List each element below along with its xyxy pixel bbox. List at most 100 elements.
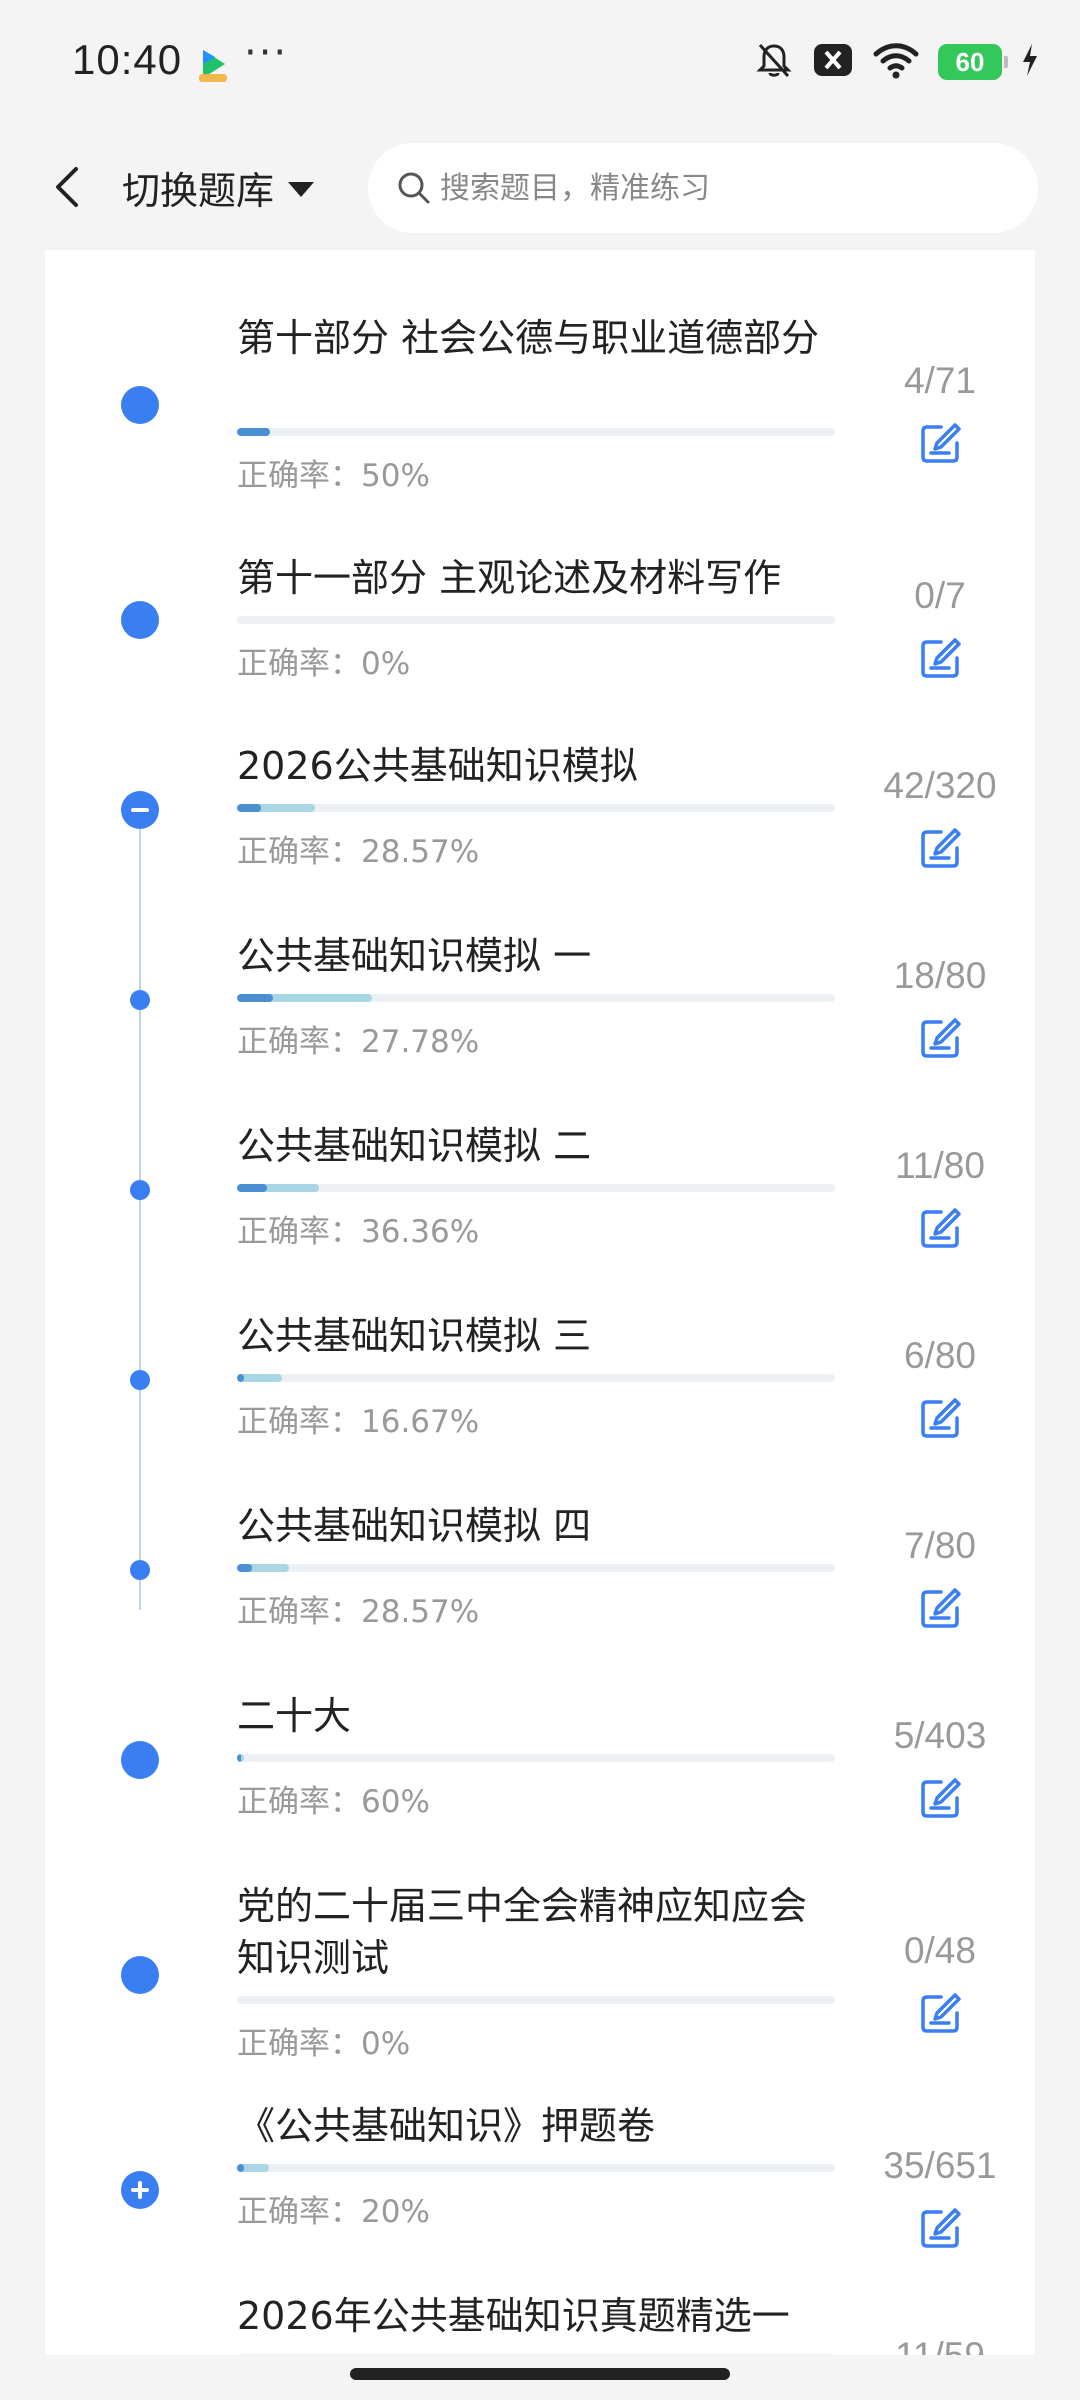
status-icons: 60 xyxy=(754,40,1040,84)
item-title: 公共基础知识模拟 四 xyxy=(237,1504,592,1548)
practice-edit-button[interactable] xyxy=(911,1388,971,1448)
progress-correct xyxy=(237,1564,252,1572)
node-dot xyxy=(121,1956,159,1994)
back-button[interactable] xyxy=(38,155,98,219)
item-title: 公共基础知识模拟 三 xyxy=(237,1314,592,1358)
item-title: 公共基础知识模拟 一 xyxy=(237,934,592,978)
item-title: 2026公共基础知识模拟 xyxy=(237,744,638,788)
practice-edit-button[interactable] xyxy=(911,1578,971,1638)
node-dot xyxy=(121,386,159,424)
timeline-node[interactable] xyxy=(45,2171,235,2209)
progress-bar xyxy=(237,2164,835,2172)
edit-icon xyxy=(921,1778,961,1818)
item-title: 2026年公共基础知识真题精选一 xyxy=(237,2294,790,2338)
progress-count: 11/80 xyxy=(895,1145,985,1186)
accuracy-rate: 正确率：50% xyxy=(237,458,430,494)
battery-indicator: 60 xyxy=(938,44,1008,80)
timeline-node xyxy=(45,1560,235,1580)
edit-icon xyxy=(921,1588,961,1628)
progress-count: 4/71 xyxy=(903,360,976,401)
edit-icon xyxy=(921,423,961,463)
edit-icon xyxy=(921,2208,961,2248)
question-bank-list: 第十部分 社会公德与职业道德部分正确率：50% 4/71 第十一部分 主观论述及材料… xyxy=(45,250,1035,2355)
progress-bar xyxy=(237,1996,835,2004)
mute-bell-icon xyxy=(754,40,794,84)
home-indicator[interactable] xyxy=(350,2368,730,2380)
timeline-node xyxy=(45,1956,235,1994)
progress-bar xyxy=(237,1564,835,1572)
timeline-node xyxy=(45,601,235,639)
accuracy-rate: 正确率：28.57% xyxy=(237,1594,480,1630)
charging-icon xyxy=(1020,40,1040,84)
status-bar: 10:40 ··· 60 xyxy=(0,0,1080,125)
collapse-icon[interactable] xyxy=(121,791,159,829)
edit-icon xyxy=(921,1398,961,1438)
expand-icon[interactable] xyxy=(121,2171,159,2209)
accuracy-rate: 正确率：16.67% xyxy=(237,1404,480,1440)
progress-count: 0/7 xyxy=(914,575,966,616)
item-title: 二十大 xyxy=(237,1694,352,1738)
timeline-connector xyxy=(139,810,141,1610)
practice-edit-button[interactable] xyxy=(911,2198,971,2258)
progress-correct xyxy=(237,994,273,1002)
progress-correct xyxy=(237,2164,244,2172)
progress-bar xyxy=(237,994,835,1002)
progress-count: 35/651 xyxy=(883,2145,997,2186)
practice-edit-button[interactable] xyxy=(911,1768,971,1828)
switch-bank-dropdown[interactable]: 切换题库 xyxy=(122,159,315,215)
sub-node-dot xyxy=(130,1560,150,1580)
progress-correct xyxy=(237,428,271,436)
progress-count: 42/320 xyxy=(883,765,997,806)
progress-bar xyxy=(237,1184,835,1192)
edit-icon xyxy=(921,1993,961,2033)
top-header: 切换题库 xyxy=(0,125,1080,250)
practice-edit-button[interactable] xyxy=(911,1983,971,2043)
progress-bar xyxy=(237,1754,835,1762)
progress-count: 7/80 xyxy=(903,1525,976,1566)
edit-icon xyxy=(921,828,961,868)
timeline-node[interactable] xyxy=(45,791,235,829)
progress-count: 0/48 xyxy=(903,1930,976,1971)
practice-edit-button[interactable] xyxy=(911,413,971,473)
progress-count: 11/59 xyxy=(865,2335,1015,2355)
timeline-node xyxy=(45,1741,235,1779)
practice-edit-button[interactable] xyxy=(911,628,971,688)
wifi-icon xyxy=(872,40,920,84)
progress-correct xyxy=(237,1374,245,1382)
progress-bar xyxy=(237,428,835,436)
progress-count: 18/80 xyxy=(893,955,987,996)
progress-correct xyxy=(237,1754,242,1762)
item-title: 党的二十届三中全会精神应知应会知识测试 xyxy=(237,1884,808,1980)
accuracy-rate: 正确率：0% xyxy=(237,646,411,682)
practice-edit-button[interactable] xyxy=(911,1008,971,1068)
timeline-node xyxy=(45,386,235,424)
status-time: 10:40 xyxy=(72,36,183,83)
item-title: 第十一部分 主观论述及材料写作 xyxy=(237,556,782,600)
item-title: 第十部分 社会公德与职业道德部分 xyxy=(237,316,820,360)
video-app-icon xyxy=(193,44,233,84)
search-icon xyxy=(398,172,430,204)
edit-icon xyxy=(921,1018,961,1058)
caret-down-icon xyxy=(288,181,315,197)
accuracy-rate: 正确率：20% xyxy=(237,2194,430,2230)
item-title: 公共基础知识模拟 二 xyxy=(237,1124,592,1168)
sub-node-dot xyxy=(130,990,150,1010)
search-bar[interactable] xyxy=(368,143,1038,233)
node-dot xyxy=(121,601,159,639)
item-title: 《公共基础知识》押题卷 xyxy=(237,2104,656,2148)
sub-node-dot xyxy=(130,1180,150,1200)
progress-count: 5/403 xyxy=(893,1715,987,1756)
more-notifications-icon: ··· xyxy=(244,30,289,76)
timeline-node xyxy=(45,990,235,1010)
search-input[interactable] xyxy=(440,170,1000,206)
timeline-node xyxy=(45,1370,235,1390)
switch-bank-label: 切换题库 xyxy=(122,168,275,213)
practice-edit-button[interactable] xyxy=(911,818,971,878)
node-dot xyxy=(121,1741,159,1779)
progress-correct xyxy=(237,804,261,812)
timeline-node xyxy=(45,1180,235,1200)
edit-icon xyxy=(921,1208,961,1248)
accuracy-rate: 正确率：60% xyxy=(237,1784,430,1820)
practice-edit-button[interactable] xyxy=(911,1198,971,1258)
accuracy-rate: 正确率：28.57% xyxy=(237,834,480,870)
